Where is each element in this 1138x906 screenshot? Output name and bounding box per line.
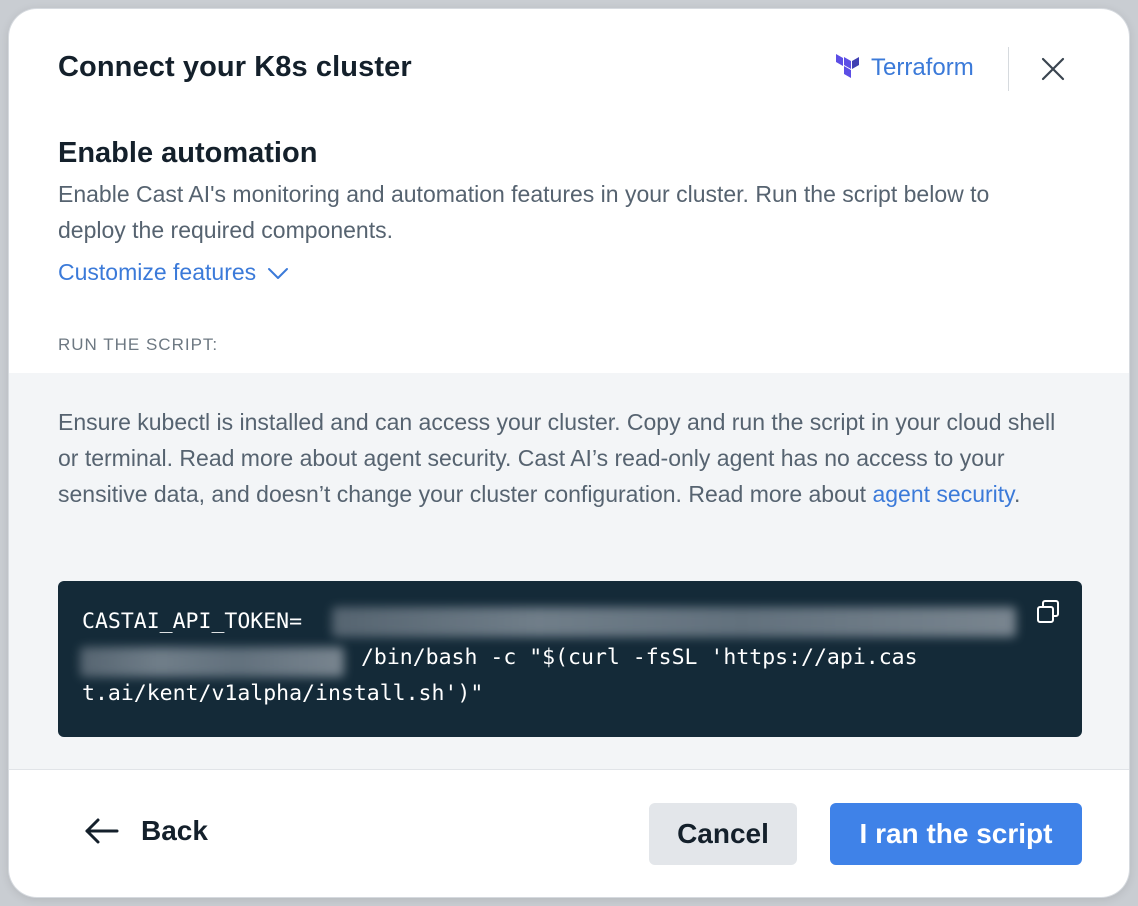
redacted-token-continued <box>80 647 344 677</box>
terraform-label: Terraform <box>871 54 974 81</box>
modal-title: Connect your K8s cluster <box>58 51 412 83</box>
section-description: Enable Cast AI's monitoring and automati… <box>58 181 990 243</box>
script-instructions-end: . <box>1013 481 1021 507</box>
ran-script-button[interactable]: I ran the script <box>830 803 1082 865</box>
arrow-left-icon <box>85 818 119 844</box>
terraform-icon <box>836 54 859 78</box>
run-script-label: RUN THE SCRIPT: <box>58 335 219 354</box>
redacted-token <box>332 607 1016 637</box>
chevron-down-icon <box>268 267 289 279</box>
cancel-button[interactable]: Cancel <box>649 803 797 865</box>
customize-features-toggle[interactable]: Customize features <box>58 259 290 286</box>
agent-security-link[interactable]: agent security <box>872 481 1013 507</box>
customize-features-label: Customize features <box>58 259 257 285</box>
back-label: Back <box>141 815 208 846</box>
back-button[interactable]: Back <box>83 815 208 847</box>
code-line-1: CASTAI_API_TOKEN= <box>82 609 303 634</box>
script-instructions: Ensure kubectl is installed and can acce… <box>58 404 1058 512</box>
close-icon[interactable] <box>1039 55 1067 83</box>
code-block[interactable]: CASTAI_API_TOKEN= /bin/bash -c "$(curl -… <box>58 581 1082 737</box>
code-line-3: t.ai/kent/v1alpha/install.sh')" <box>82 681 484 706</box>
code-line-2: /bin/bash -c "$(curl -fsSL 'https://api.… <box>348 645 918 670</box>
connect-cluster-modal: Connect your K8s cluster Terraform Enabl… <box>9 9 1129 897</box>
header-divider <box>1008 47 1009 91</box>
section-heading: Enable automation <box>58 137 318 169</box>
terraform-link[interactable]: Terraform <box>835 54 974 82</box>
copy-icon[interactable] <box>1034 597 1064 627</box>
